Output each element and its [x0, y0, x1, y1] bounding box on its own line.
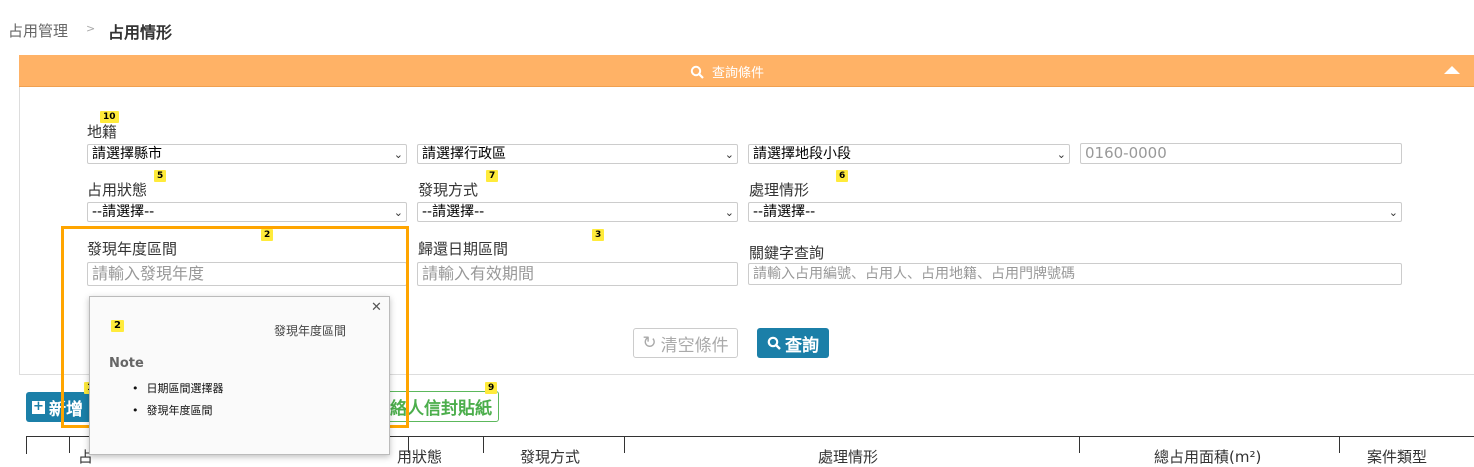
district-select[interactable]: 請選擇行政區 ⌄: [417, 144, 738, 164]
clear-button[interactable]: ↻ 清空條件: [633, 328, 738, 358]
discovery-method-label: 發現方式: [418, 181, 479, 199]
handling-status-select[interactable]: --請選擇-- ⌄: [748, 202, 1402, 222]
handling-status-label: 處理情形: [749, 181, 810, 199]
table-header-case-type: 案件類型: [1367, 448, 1428, 466]
popover-title: 發現年度區間: [274, 324, 347, 338]
table-column-divider: [1339, 436, 1340, 453]
chevron-down-icon: ⌄: [724, 206, 734, 219]
search-icon: [767, 336, 781, 350]
handling-status-value: --請選擇--: [753, 204, 816, 220]
district-select-value: 請選擇行政區: [422, 146, 506, 162]
table-header-handling-status: 處理情形: [818, 448, 879, 466]
chevron-down-icon: ⌄: [724, 148, 734, 161]
keyword-input[interactable]: 請輸入占用編號、占用人、占用地籍、占用門牌號碼: [748, 263, 1402, 285]
query-panel-title[interactable]: 查詢條件: [690, 62, 764, 81]
annotation-popover: [89, 296, 390, 455]
search-button[interactable]: 查詢: [757, 328, 829, 358]
lot-number-input[interactable]: 0160-0000: [1080, 143, 1402, 164]
popover-note-label: Note: [109, 356, 144, 371]
query-panel-title-label: 查詢條件: [712, 66, 765, 81]
chevron-down-icon: ⌄: [393, 148, 403, 161]
reset-icon: ↻: [642, 333, 657, 353]
table-column-divider: [483, 436, 484, 453]
chevron-down-icon: ⌄: [1056, 148, 1066, 161]
return-date-input[interactable]: 請輸入有效期間: [417, 262, 738, 286]
table-column-divider: [69, 436, 70, 453]
keyword-label: 關鍵字查詢: [749, 244, 825, 262]
badge-9: 9: [485, 382, 498, 394]
plus-square-icon: +: [32, 398, 45, 414]
clear-button-label: 清空條件: [660, 335, 729, 356]
chevron-down-icon: ⌄: [1388, 206, 1398, 219]
popover-note-item: 發現年度區間: [132, 400, 224, 422]
search-icon: [690, 65, 704, 79]
table-header-occupancy-status: 用狀態: [397, 448, 443, 466]
badge-10: 10: [100, 111, 119, 123]
popover-badge: 2: [111, 320, 124, 332]
county-select[interactable]: 請選擇縣市 ⌄: [87, 144, 407, 164]
occupancy-status-value: --請選擇--: [92, 204, 155, 220]
close-icon[interactable]: ✕: [371, 300, 382, 315]
land-label: 地籍: [87, 123, 118, 141]
section-select[interactable]: 請選擇地段小段 ⌄: [748, 144, 1070, 164]
occupancy-status-select[interactable]: --請選擇-- ⌄: [87, 202, 407, 222]
discovery-method-value: --請選擇--: [422, 204, 485, 220]
badge-7: 7: [486, 170, 499, 182]
table-column-divider: [1079, 436, 1080, 453]
table-column-divider: [624, 436, 625, 453]
breadcrumb-separator: >: [86, 22, 96, 35]
chevron-down-icon: ⌄: [393, 206, 403, 219]
collapse-up-icon[interactable]: [1444, 66, 1460, 74]
table-header-discovery-method: 發現方式: [520, 448, 581, 466]
badge-3: 3: [592, 229, 605, 241]
popover-note-item: 日期區間選擇器: [132, 378, 224, 400]
occupancy-status-label: 占用狀態: [87, 181, 148, 199]
return-date-label: 歸還日期區間: [418, 240, 509, 258]
badge-6: 6: [836, 170, 849, 182]
badge-5: 5: [154, 170, 167, 182]
breadcrumb-root[interactable]: 占用管理: [8, 20, 68, 41]
popover-note-list: 日期區間選擇器 發現年度區間: [132, 378, 224, 422]
section-select-value: 請選擇地段小段: [753, 146, 851, 162]
page-title: 占用情形: [108, 23, 173, 42]
table-header-total-area: 總占用面積(m²): [1154, 448, 1262, 466]
county-select-value: 請選擇縣市: [92, 146, 162, 162]
search-button-label: 查詢: [785, 335, 819, 356]
discovery-method-select[interactable]: --請選擇-- ⌄: [417, 202, 738, 222]
